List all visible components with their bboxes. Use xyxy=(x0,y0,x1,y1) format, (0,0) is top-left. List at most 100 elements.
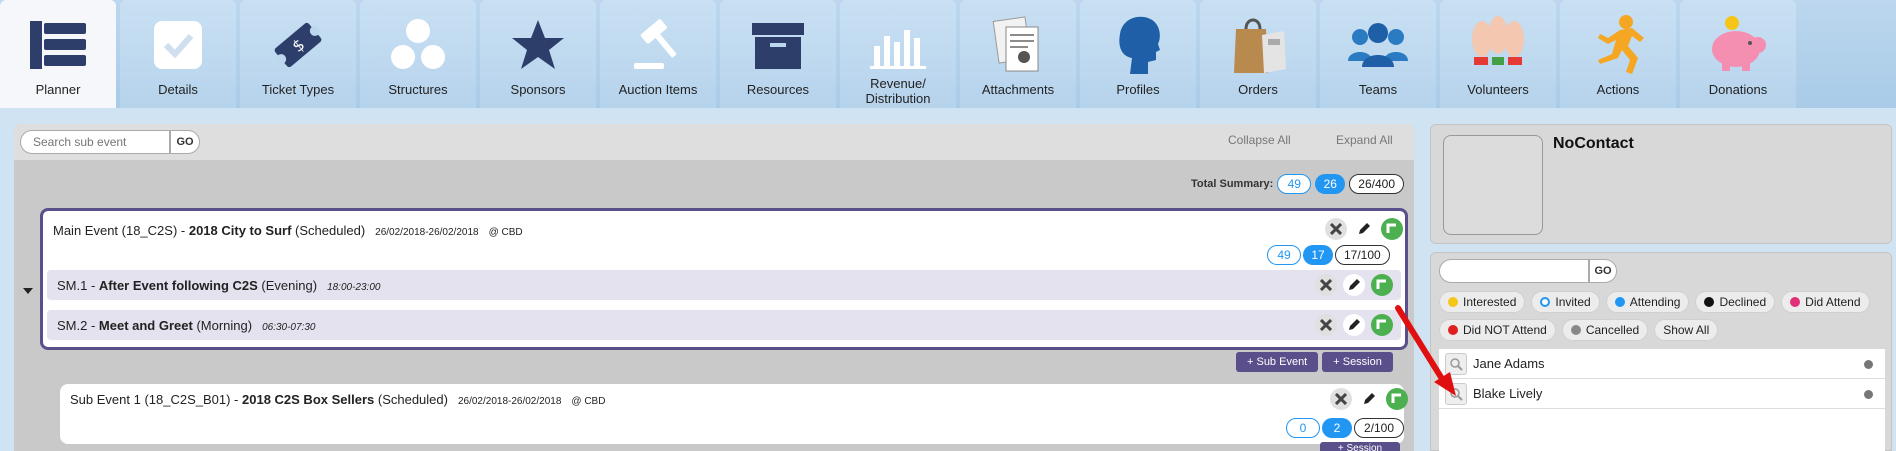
tab-attachments[interactable]: Attachments xyxy=(960,0,1076,108)
edit-button[interactable] xyxy=(1358,388,1380,410)
filter-did-attend[interactable]: Did Attend xyxy=(1781,291,1870,313)
filter-cancelled[interactable]: Cancelled xyxy=(1561,319,1649,341)
add-session-button[interactable]: + Session xyxy=(1322,352,1393,372)
bar-chart-icon xyxy=(865,12,931,78)
attendee-name: Jane Adams xyxy=(1473,356,1545,371)
attendee-search-input[interactable] xyxy=(1439,259,1589,283)
close-icon xyxy=(1320,279,1332,291)
profile-head-icon xyxy=(1105,12,1171,78)
status-dot xyxy=(1864,390,1873,399)
expand-corner-icon xyxy=(1376,319,1386,329)
tab-profiles[interactable]: Profiles xyxy=(1080,0,1196,108)
sub-event-search-input[interactable] xyxy=(20,130,170,154)
status-dot xyxy=(1864,360,1873,369)
status-filters: Interested Invited Attending Declined Di… xyxy=(1439,291,1889,341)
tab-planner[interactable]: Planner xyxy=(0,0,116,108)
delete-button[interactable] xyxy=(1325,218,1347,240)
delete-button[interactable] xyxy=(1330,388,1352,410)
tab-label: Attachments xyxy=(981,82,1055,97)
sub-event-counts: 0 2 2/100 xyxy=(1286,418,1404,438)
pencil-icon xyxy=(1364,393,1375,404)
capacity-badge: 2/100 xyxy=(1354,418,1404,438)
total-attending-badge: 26 xyxy=(1315,174,1346,194)
open-button[interactable] xyxy=(1386,388,1408,410)
main-event-title[interactable]: Main Event (18_C2S) - 2018 City to Surf … xyxy=(53,223,523,238)
session-code: SM.1 - xyxy=(57,278,99,293)
session-name: After Event following C2S xyxy=(98,278,258,293)
status-dot xyxy=(1614,297,1625,307)
search-icon[interactable] xyxy=(1445,352,1467,375)
collapse-caret-icon[interactable] xyxy=(23,288,33,296)
tab-label: Auction Items xyxy=(618,82,698,97)
delete-button[interactable] xyxy=(1315,274,1337,296)
list-item[interactable]: Jane Adams xyxy=(1439,349,1885,379)
sub-event-title[interactable]: Sub Event 1 (18_C2S_B01) - 2018 C2S Box … xyxy=(70,392,605,407)
status-dot xyxy=(1704,297,1715,307)
filter-declined[interactable]: Declined xyxy=(1695,291,1776,313)
filter-attending[interactable]: Attending xyxy=(1605,291,1690,313)
sub-event-dates: 26/02/2018-26/02/2018 xyxy=(457,396,562,407)
tab-ticket-types[interactable]: $ Ticket Types xyxy=(240,0,356,108)
session-period: (Evening) xyxy=(257,278,318,293)
edit-button[interactable] xyxy=(1343,274,1365,296)
tab-orders[interactable]: Orders xyxy=(1200,0,1316,108)
open-button[interactable] xyxy=(1371,274,1393,296)
filter-label: Interested xyxy=(1463,295,1517,309)
contact-name: NoContact xyxy=(1553,135,1634,152)
tab-teams[interactable]: Teams xyxy=(1320,0,1436,108)
add-sub-event-button[interactable]: + Sub Event xyxy=(1236,352,1319,372)
tab-volunteers[interactable]: Volunteers xyxy=(1440,0,1556,108)
main-event-counts: 49 17 17/100 xyxy=(1267,245,1390,265)
tab-sponsors[interactable]: Sponsors xyxy=(480,0,596,108)
planner-panel: GO Collapse All Expand All Total Summary… xyxy=(14,124,1414,451)
delete-button[interactable] xyxy=(1315,314,1337,336)
main-event-location: @ CBD xyxy=(488,227,523,238)
list-item[interactable]: Blake Lively xyxy=(1439,379,1885,409)
raised-hands-icon xyxy=(1465,12,1531,78)
capacity-badge: 17/100 xyxy=(1335,245,1390,265)
session-row[interactable]: SM.1 - After Event following C2S (Evenin… xyxy=(47,270,1401,300)
edit-button[interactable] xyxy=(1343,314,1365,336)
edit-button[interactable] xyxy=(1353,218,1375,240)
session-row[interactable]: SM.2 - Meet and Greet (Morning) 06:30-07:… xyxy=(47,310,1401,340)
open-button[interactable] xyxy=(1371,314,1393,336)
tab-label: Actions xyxy=(1596,82,1640,97)
filter-invited[interactable]: Invited xyxy=(1531,291,1600,313)
tab-resources[interactable]: Resources xyxy=(720,0,836,108)
main-event-name: 2018 City to Surf xyxy=(188,223,292,238)
search-icon[interactable] xyxy=(1445,382,1467,405)
sub-event-add-session-button[interactable]: + Session xyxy=(1320,442,1400,451)
pencil-icon xyxy=(1349,319,1360,330)
main-event-dates: 26/02/2018-26/02/2018 xyxy=(375,227,479,238)
filter-label: Show All xyxy=(1663,323,1710,337)
gavel-icon xyxy=(625,12,691,78)
filter-interested[interactable]: Interested xyxy=(1439,291,1526,313)
tab-label: Structures xyxy=(388,82,448,97)
ticket-icon: $ xyxy=(265,12,331,78)
module-toolbar: Planner Details $ Ticket Types Structure… xyxy=(0,0,1896,108)
expand-all-button[interactable]: Expand All xyxy=(1336,133,1393,147)
pencil-icon xyxy=(1359,223,1370,234)
sub-event-code: Sub Event 1 (18_C2S_B01) - xyxy=(70,392,242,407)
main-event-actions xyxy=(1325,218,1403,240)
tab-revenue-distribution[interactable]: Revenue/ Distribution xyxy=(840,0,956,108)
tab-details[interactable]: Details xyxy=(120,0,236,108)
tab-donations[interactable]: Donations xyxy=(1680,0,1796,108)
tab-auction-items[interactable]: Auction Items xyxy=(600,0,716,108)
attendee-search-go-button[interactable]: GO xyxy=(1589,259,1617,283)
planner-icon xyxy=(25,12,91,78)
status-dot xyxy=(1448,325,1458,335)
filter-show-all[interactable]: Show All xyxy=(1654,319,1719,341)
attending-badge: 17 xyxy=(1303,245,1333,265)
expand-corner-icon xyxy=(1386,223,1396,233)
tab-structures[interactable]: Structures xyxy=(360,0,476,108)
search-go-button[interactable]: GO xyxy=(170,130,200,154)
tab-actions[interactable]: Actions xyxy=(1560,0,1676,108)
tab-label: Orders xyxy=(1238,82,1278,97)
team-icon xyxy=(1345,12,1411,78)
collapse-all-button[interactable]: Collapse All xyxy=(1228,133,1291,147)
open-button[interactable] xyxy=(1381,218,1403,240)
filter-did-not-attend[interactable]: Did NOT Attend xyxy=(1439,319,1556,341)
checkbox-icon xyxy=(145,12,211,78)
total-capacity-badge: 26/400 xyxy=(1349,174,1404,194)
